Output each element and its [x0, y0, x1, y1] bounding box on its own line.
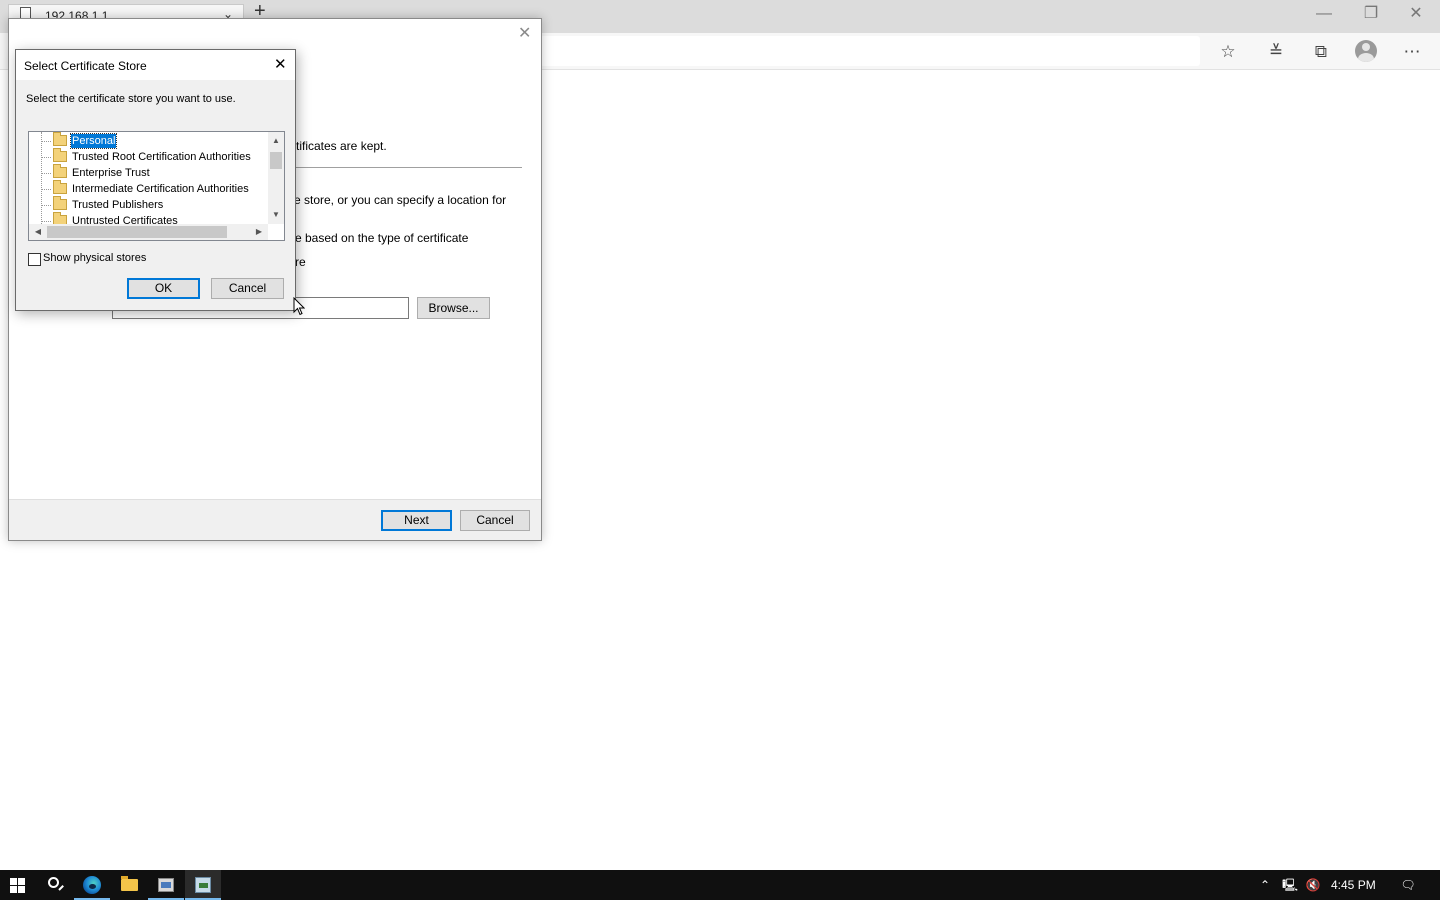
file-explorer-icon[interactable]: [111, 870, 147, 900]
certificate-store-tree[interactable]: Personal Trusted Root Certification Auth…: [28, 131, 285, 241]
taskbar: ⌃ 🖳 🔇 4:45 PM 🗨: [0, 870, 1440, 900]
tree-item-label: Trusted Root Certification Authorities: [72, 151, 251, 163]
minimize-button[interactable]: —: [1309, 4, 1339, 24]
notifications-icon[interactable]: 🗨: [1396, 870, 1420, 900]
select-certificate-store-dialog: Select Certificate Store ✕ Select the ce…: [15, 49, 296, 311]
wizard-footer: Next Cancel: [9, 499, 541, 540]
tree-item-label: Enterprise Trust: [72, 167, 150, 179]
dialog-titlebar: Select Certificate Store ✕: [16, 50, 295, 80]
ok-button[interactable]: OK: [127, 278, 200, 299]
tree-item-label: Personal: [69, 133, 118, 149]
dialog-title: Select Certificate Store: [24, 59, 147, 73]
scroll-thumb[interactable]: [47, 226, 227, 238]
collections-icon[interactable]: ⧉: [1308, 39, 1334, 65]
dialog-prompt: Select the certificate store you want to…: [26, 93, 236, 105]
restore-button[interactable]: ❐: [1356, 4, 1386, 24]
mouse-cursor-icon: [293, 297, 305, 316]
scroll-right-icon[interactable]: ▶: [252, 224, 266, 240]
wizard-close-icon[interactable]: ✕: [518, 23, 531, 43]
server-manager-icon[interactable]: [148, 870, 184, 900]
tree-item-trusted-publishers[interactable]: Trusted Publishers: [29, 196, 269, 213]
tree-item-label: Trusted Publishers: [72, 199, 164, 211]
more-icon[interactable]: ⋯: [1399, 39, 1425, 65]
scroll-thumb[interactable]: [270, 152, 282, 169]
scroll-up-icon[interactable]: ▲: [268, 134, 284, 148]
folder-icon: [53, 196, 67, 210]
tree-item-label: Intermediate Certification Authorities: [72, 183, 249, 195]
tree-item-intermediate[interactable]: Intermediate Certification Authorities: [29, 180, 269, 197]
next-button[interactable]: Next: [381, 510, 452, 531]
chevron-up-icon[interactable]: ⌃: [1256, 870, 1274, 900]
dialog-close-icon[interactable]: ✕: [274, 55, 287, 73]
volume-muted-icon[interactable]: 🔇: [1303, 870, 1323, 900]
horizontal-scrollbar[interactable]: ◀ ▶: [29, 224, 268, 240]
network-icon[interactable]: 🖳: [1280, 870, 1300, 900]
wizard-text-location: e store, or you can specify a location f…: [294, 193, 507, 207]
wizard-cancel-button[interactable]: Cancel: [460, 510, 530, 531]
tree-item-personal[interactable]: Personal: [29, 132, 269, 149]
folder-icon: [53, 132, 67, 146]
edge-icon[interactable]: [74, 870, 110, 900]
close-window-button[interactable]: ✕: [1401, 4, 1431, 24]
wizard-text-place: re: [295, 255, 306, 269]
wizard-text-kept: rtificates are kept.: [292, 139, 387, 153]
tree-item-trusted-root[interactable]: Trusted Root Certification Authorities: [29, 148, 269, 165]
folder-icon: [53, 180, 67, 194]
folder-icon: [53, 148, 67, 162]
show-physical-stores-label[interactable]: Show physical stores: [43, 252, 146, 264]
star-add-icon[interactable]: ☆: [1215, 39, 1241, 65]
profile-icon[interactable]: [1355, 40, 1377, 62]
scroll-down-icon[interactable]: ▼: [268, 208, 284, 222]
vertical-scrollbar[interactable]: ▲ ▼: [268, 132, 284, 224]
tree-item-enterprise-trust[interactable]: Enterprise Trust: [29, 164, 269, 181]
folder-icon: [53, 164, 67, 178]
address-bar[interactable]: [540, 36, 1200, 66]
browse-button[interactable]: Browse...: [417, 297, 490, 319]
favorites-icon[interactable]: ≚: [1263, 39, 1289, 65]
search-icon[interactable]: [37, 870, 73, 900]
wizard-text-auto-select: e based on the type of certificate: [295, 231, 469, 245]
windows-start-icon[interactable]: [0, 870, 36, 900]
certificate-manager-icon[interactable]: [185, 870, 221, 900]
taskbar-clock[interactable]: 4:45 PM: [1331, 878, 1376, 892]
scroll-left-icon[interactable]: ◀: [31, 224, 45, 240]
show-physical-stores-checkbox[interactable]: [28, 253, 41, 266]
store-cancel-button[interactable]: Cancel: [211, 278, 284, 299]
